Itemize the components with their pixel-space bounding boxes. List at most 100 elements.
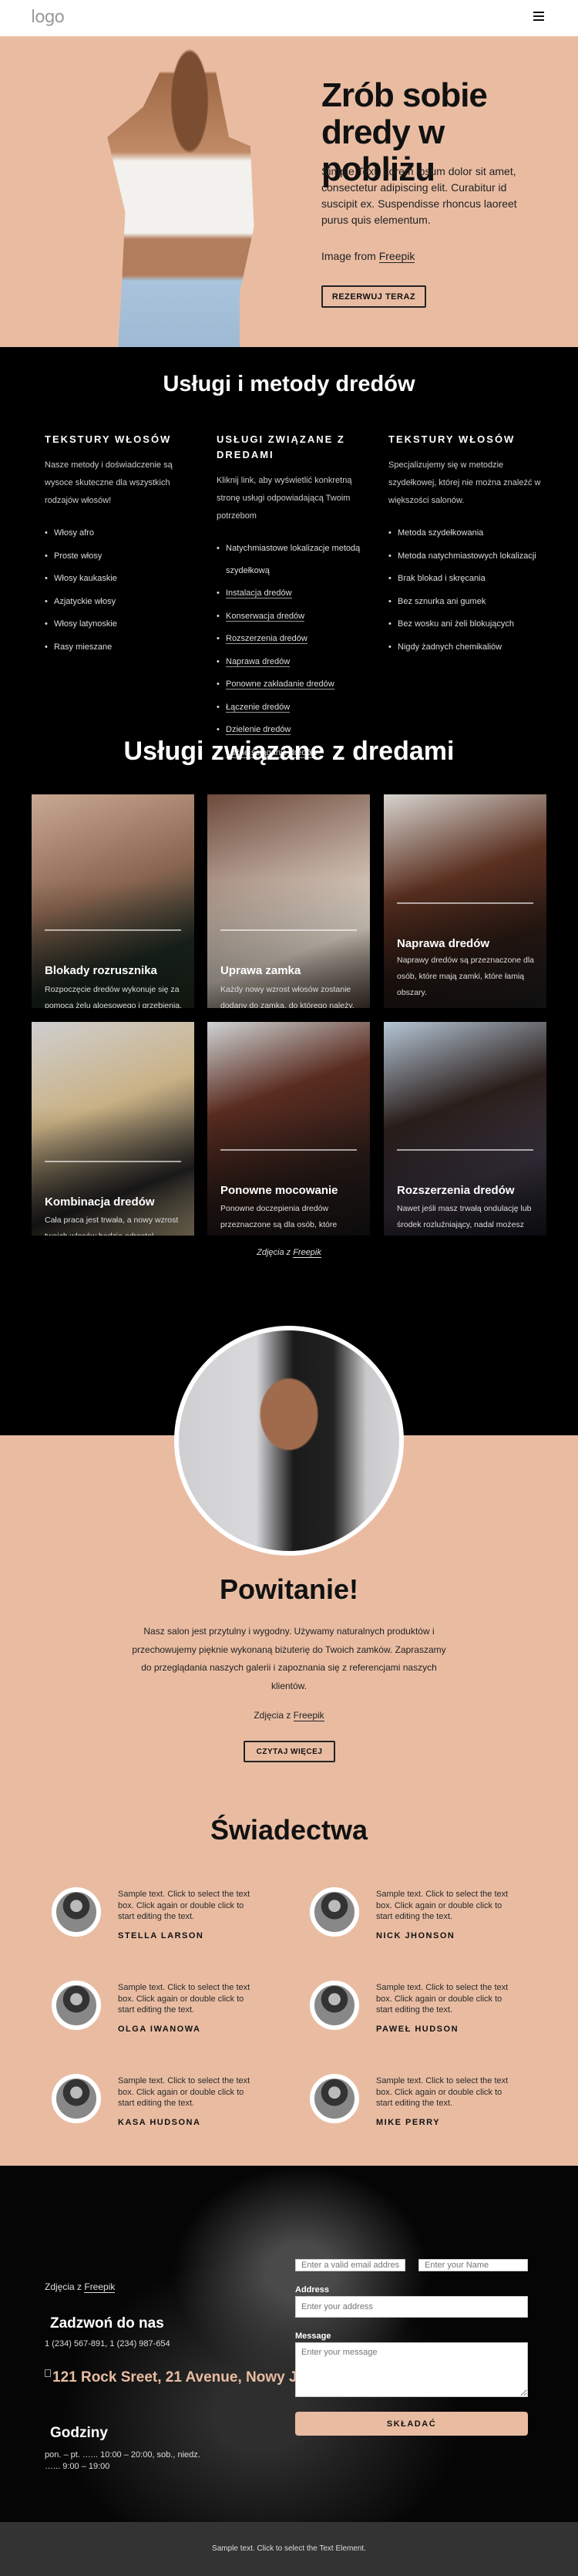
testimonial-name: OLGA IWANOWA bbox=[118, 2025, 201, 2034]
avatar bbox=[310, 1981, 359, 2030]
address: 121 Rock Sreet, 21 Avenue, Nowy Jork bbox=[45, 2369, 320, 2386]
card-divider bbox=[397, 1149, 533, 1151]
testimonials-title: Świadectwa bbox=[210, 1814, 368, 1846]
avatar bbox=[310, 2074, 359, 2123]
service-card[interactable]: Ponowne mocowanie Ponowne doczepienia dre… bbox=[207, 1022, 370, 1236]
hero-credit: Image from Freepik bbox=[321, 250, 415, 263]
service-link[interactable]: Rozszerzenia dredów bbox=[226, 634, 307, 644]
methods-column-3: TEKSTURY WŁOSÓW Specjalizujemy się w met… bbox=[388, 432, 543, 659]
methods-column-2: USŁUGI ZWIĄZANE Z DREDAMI Kliknij link, … bbox=[217, 432, 371, 764]
list-item-link: Instalacja dredów bbox=[217, 582, 371, 605]
methods-title: Usługi i metody dredów bbox=[163, 372, 415, 396]
address-text: 121 Rock Sreet, 21 Avenue, Nowy Jork bbox=[52, 2369, 321, 2385]
list-item: Włosy latynoskie bbox=[45, 613, 199, 636]
column-heading: TEKSTURY WŁOSÓW bbox=[45, 433, 172, 445]
service-card[interactable]: Naprawa dredów Naprawy dredów są przeznac… bbox=[384, 794, 546, 1008]
welcome-title: Powitanie! bbox=[219, 1573, 359, 1605]
service-card[interactable]: Blokady rozrusznika Rozpoczęcie dredów wy… bbox=[32, 794, 194, 1008]
card-title: Rozszerzenia dredów bbox=[397, 1184, 515, 1197]
credit-prefix: Zdjęcia z bbox=[257, 1248, 294, 1257]
service-link[interactable]: Łączenie dredów bbox=[226, 702, 291, 713]
column-text: Specjalizujemy się w metodzie szydełkowe… bbox=[388, 460, 541, 505]
card-divider bbox=[220, 1149, 357, 1151]
card-title: Kombinacja dredów bbox=[45, 1195, 155, 1209]
book-now-button[interactable]: REZERWUJ TERAZ bbox=[321, 285, 426, 308]
testimonial-name: NICK JHONSON bbox=[376, 1931, 455, 1940]
avatar bbox=[52, 2074, 101, 2123]
card-divider bbox=[397, 902, 533, 904]
list-item-link: Rozszerzenia dredów bbox=[217, 628, 371, 651]
list-item-link: Ponowne zakładanie dredów bbox=[217, 673, 371, 696]
name-input[interactable] bbox=[418, 2259, 528, 2271]
service-card[interactable]: Rozszerzenia dredów Nawet jeśli masz trwa… bbox=[384, 1022, 546, 1236]
card-divider bbox=[220, 929, 357, 931]
clipped-heading bbox=[45, 2256, 139, 2261]
list-item: Rasy mieszane bbox=[45, 636, 199, 659]
service-card[interactable]: Uprawa zamka Każdy nowy wzrost włosów zos… bbox=[207, 794, 370, 1008]
testimonial-text: Sample text. Click to select the text bo… bbox=[376, 1890, 509, 1922]
card-title: Naprawa dredów bbox=[397, 937, 490, 950]
hero-text: Simple Text. Lorem ipsum dolor sit amet,… bbox=[321, 165, 517, 226]
card-divider bbox=[45, 929, 181, 931]
service-link[interactable]: Ponowne zakładanie dredów bbox=[226, 679, 334, 690]
credit-prefix: Zdjęcia z bbox=[254, 1710, 294, 1721]
column-text: Kliknij link, aby wyświetlić konkretną s… bbox=[217, 476, 352, 521]
footer: Sample text. Click to select the Text El… bbox=[0, 2522, 578, 2576]
read-more-button[interactable]: CZYTAJ WIĘCEJ bbox=[244, 1741, 335, 1762]
message-label: Message bbox=[295, 2332, 331, 2341]
list-item: Włosy kaukaskie bbox=[45, 568, 199, 591]
list-item: Metoda natychmiastowych lokalizacji bbox=[388, 545, 543, 568]
welcome-image bbox=[174, 1326, 404, 1556]
freepik-link[interactable]: Freepik bbox=[84, 2281, 116, 2293]
testimonial-name: PAWEŁ HUDSON bbox=[376, 2025, 459, 2034]
freepik-link[interactable]: Freepik bbox=[293, 1248, 321, 1258]
submit-button[interactable]: SKŁADAĆ bbox=[295, 2412, 528, 2436]
avatar bbox=[52, 1981, 101, 2030]
phone-numbers: 1 (234) 567-891, 1 (234) 987-654 bbox=[45, 2339, 170, 2348]
list-item: Azjatyckie włosy bbox=[45, 591, 199, 614]
welcome-credit: Zdjęcia z Freepik bbox=[0, 1710, 578, 1721]
address-input[interactable] bbox=[295, 2296, 528, 2318]
column-heading: USŁUGI ZWIĄZANE Z DREDAMI bbox=[217, 433, 345, 460]
site-header: logo bbox=[0, 0, 578, 36]
freepik-link[interactable]: Freepik bbox=[293, 1710, 324, 1721]
list-item-link: Łączenie dredów bbox=[217, 696, 371, 720]
card-title: Blokady rozrusznika bbox=[45, 964, 157, 977]
list-item: Włosy afro bbox=[45, 522, 199, 545]
list-item-link: Konserwacja dredów bbox=[217, 605, 371, 629]
service-link[interactable]: Dzielenie dredów bbox=[226, 725, 291, 735]
services-title: Usługi związane z dredami bbox=[123, 737, 455, 766]
freepik-link[interactable]: Freepik bbox=[378, 250, 415, 263]
card-title: Ponowne mocowanie bbox=[220, 1184, 338, 1197]
hamburger-icon[interactable] bbox=[533, 12, 544, 22]
avatar bbox=[310, 1887, 359, 1937]
services-credit: Zdjęcia z Freepik bbox=[0, 1248, 578, 1258]
hours-text: pon. – pt. …... 10:00 – 20:00, sob., nie… bbox=[45, 2450, 200, 2471]
column-text: Nasze metody i doświadczenie są wysoce s… bbox=[45, 460, 173, 505]
credit-prefix: Image from bbox=[321, 250, 379, 262]
service-card[interactable]: Kombinacja dredów Cała praca jest trwała,… bbox=[32, 1022, 194, 1236]
list-item: Nigdy żadnych chemikaliów bbox=[388, 636, 543, 659]
testimonial-text: Sample text. Click to select the text bo… bbox=[118, 1983, 250, 2015]
testimonial-name: KASA HUDSONA bbox=[118, 2118, 201, 2127]
service-link[interactable]: Instalacja dredów bbox=[226, 588, 292, 598]
testimonial-name: MIKE PERRY bbox=[376, 2118, 441, 2127]
credit-prefix: Zdjęcia z bbox=[45, 2281, 85, 2292]
email-input[interactable] bbox=[295, 2259, 405, 2271]
list-item: Natychmiastowe lokalizacje metodą szydeł… bbox=[217, 538, 371, 582]
service-link[interactable]: Konserwacja dredów bbox=[226, 611, 305, 622]
message-textarea[interactable] bbox=[295, 2342, 528, 2397]
testimonial-text: Sample text. Click to select the text bo… bbox=[118, 2076, 250, 2109]
card-title: Uprawa zamka bbox=[220, 964, 301, 977]
card-text: Nawet jeśli masz trwałą ondulację lub śr… bbox=[397, 1204, 532, 1229]
service-link[interactable]: Naprawa dredów bbox=[226, 656, 291, 667]
hours-title: Godziny bbox=[50, 2425, 108, 2441]
list-item: Bez wosku ani żeli blokujących bbox=[388, 613, 543, 636]
testimonial-text: Sample text. Click to select the text bo… bbox=[118, 1890, 250, 1922]
call-us-title: Zadzwoń do nas bbox=[50, 2315, 164, 2332]
logo[interactable]: logo bbox=[31, 8, 65, 27]
list-item: Proste włosy bbox=[45, 545, 199, 568]
broken-image-icon bbox=[45, 2369, 51, 2377]
testimonial-text: Sample text. Click to select the text bo… bbox=[376, 1983, 509, 2015]
avatar bbox=[52, 1887, 101, 1937]
